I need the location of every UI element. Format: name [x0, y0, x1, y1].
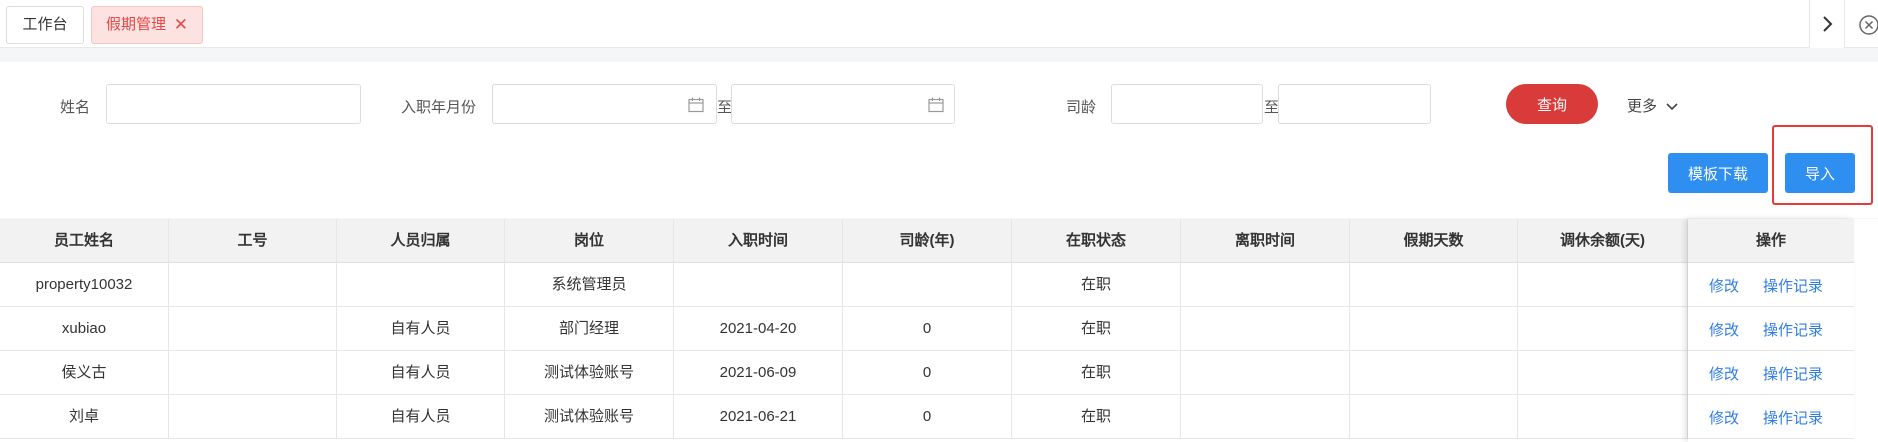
cell-employee-name: 刘卓 [0, 395, 169, 439]
cell-status: 在职 [1012, 395, 1181, 439]
cell-leave-date [1181, 307, 1350, 351]
cell-seniority: 0 [843, 351, 1012, 395]
cell-employee-name: 侯义古 [0, 351, 169, 395]
edit-link[interactable]: 修改 [1709, 363, 1739, 384]
cell-seniority: 0 [843, 395, 1012, 439]
cell-employee-id [169, 263, 337, 307]
cell-hire-date [674, 263, 843, 307]
cell-leave-days [1350, 395, 1518, 439]
chevron-right-icon [1823, 16, 1833, 32]
more-filters-toggle[interactable]: 更多 [1627, 95, 1679, 116]
cell-comp-balance [1518, 395, 1688, 439]
hire-start-date-input[interactable] [492, 84, 717, 124]
cell-affiliation: 自有人员 [337, 351, 505, 395]
tab-leave-management[interactable]: 假期管理 ✕ [91, 6, 203, 44]
cell-position: 系统管理员 [505, 263, 674, 307]
cell-leave-date [1181, 395, 1350, 439]
cell-leave-days [1350, 307, 1518, 351]
cell-affiliation: 自有人员 [337, 395, 505, 439]
more-label: 更多 [1627, 98, 1658, 115]
employee-table: 员工姓名 工号 人员归属 岗位 入职时间 司龄(年) 在职状态 离职时间 假期天… [0, 219, 1878, 442]
column-header[interactable]: 调休余额(天) [1518, 219, 1688, 263]
cell-leave-date [1181, 263, 1350, 307]
cell-seniority [843, 263, 1012, 307]
operation-log-link[interactable]: 操作记录 [1763, 363, 1823, 384]
table-row: 侯义古 自有人员 测试体验账号 2021-06-09 0 在职 [0, 351, 1688, 395]
chevron-down-icon [1666, 103, 1678, 111]
cell-employee-id [169, 351, 337, 395]
cell-hire-date: 2021-04-20 [674, 307, 843, 351]
column-header[interactable]: 员工姓名 [0, 219, 169, 263]
range-separator: 至 [717, 99, 733, 116]
column-header[interactable]: 离职时间 [1181, 219, 1350, 263]
table-row: xubiao 自有人员 部门经理 2021-04-20 0 在职 [0, 307, 1688, 351]
cell-position: 部门经理 [505, 307, 674, 351]
cell-affiliation: 自有人员 [337, 307, 505, 351]
import-highlight-box [1772, 125, 1873, 205]
query-button[interactable]: 查询 [1506, 84, 1598, 124]
column-header[interactable]: 人员归属 [337, 219, 505, 263]
seniority-min-input[interactable] [1111, 84, 1263, 124]
column-header[interactable]: 在职状态 [1012, 219, 1181, 263]
cell-leave-days [1350, 263, 1518, 307]
operations-cell: 修改 操作记录 [1688, 395, 1854, 439]
range-separator: 至 [1264, 99, 1280, 116]
close-circle-icon[interactable] [1858, 14, 1878, 36]
calendar-icon [688, 97, 704, 113]
seniority-max-input[interactable] [1278, 84, 1431, 124]
tab-label: 假期管理 [106, 16, 167, 33]
cell-comp-balance [1518, 351, 1688, 395]
cell-employee-id [169, 395, 337, 439]
column-header[interactable]: 假期天数 [1350, 219, 1518, 263]
cell-seniority: 0 [843, 307, 1012, 351]
edit-link[interactable]: 修改 [1709, 319, 1739, 340]
operations-cell: 修改 操作记录 [1688, 351, 1854, 395]
cell-status: 在职 [1012, 307, 1181, 351]
cell-status: 在职 [1012, 351, 1181, 395]
column-header[interactable]: 司龄(年) [843, 219, 1012, 263]
tab-label: 工作台 [22, 16, 68, 33]
edit-link[interactable]: 修改 [1709, 407, 1739, 428]
cell-position: 测试体验账号 [505, 351, 674, 395]
search-panel: 姓名 入职年月份 至 司龄 至 查询 更多 模板下载 导入 [0, 62, 1878, 218]
column-header[interactable]: 工号 [169, 219, 337, 263]
cell-status: 在职 [1012, 263, 1181, 307]
hire-end-date-input[interactable] [731, 84, 955, 124]
template-download-button[interactable]: 模板下载 [1668, 153, 1768, 193]
cell-hire-date: 2021-06-21 [674, 395, 843, 439]
operations-cell: 修改 操作记录 [1688, 307, 1854, 351]
table-header-row: 员工姓名 工号 人员归属 岗位 入职时间 司龄(年) 在职状态 离职时间 假期天… [0, 219, 1688, 263]
close-icon[interactable]: ✕ [174, 7, 188, 43]
calendar-icon [928, 97, 944, 113]
operation-log-link[interactable]: 操作记录 [1763, 407, 1823, 428]
tab-workbench[interactable]: 工作台 [6, 6, 84, 44]
operations-header: 操作 [1688, 219, 1854, 263]
cell-leave-days [1350, 351, 1518, 395]
seniority-label: 司龄 [1066, 99, 1097, 116]
cell-employee-id [169, 307, 337, 351]
cell-employee-name: property10032 [0, 263, 169, 307]
name-input[interactable] [106, 84, 361, 124]
edit-link[interactable]: 修改 [1709, 275, 1739, 296]
tab-bar: 工作台 假期管理 ✕ [0, 0, 1878, 48]
operations-column: 操作 修改 操作记录 修改 操作记录 修改 操作记录 修改 操作记录 [1688, 219, 1854, 442]
cell-comp-balance [1518, 307, 1688, 351]
tab-scroll-right-button[interactable] [1809, 0, 1845, 48]
cell-comp-balance [1518, 263, 1688, 307]
operations-cell: 修改 操作记录 [1688, 263, 1854, 307]
table-row: property10032 系统管理员 在职 [0, 263, 1688, 307]
hire-month-label: 入职年月份 [401, 99, 477, 116]
cell-affiliation [337, 263, 505, 307]
table-row: 刘卓 自有人员 测试体验账号 2021-06-21 0 在职 [0, 395, 1688, 439]
cell-position: 测试体验账号 [505, 395, 674, 439]
name-label: 姓名 [60, 99, 91, 116]
cell-employee-name: xubiao [0, 307, 169, 351]
operation-log-link[interactable]: 操作记录 [1763, 275, 1823, 296]
operation-log-link[interactable]: 操作记录 [1763, 319, 1823, 340]
cell-leave-date [1181, 351, 1350, 395]
column-header[interactable]: 岗位 [505, 219, 674, 263]
cell-hire-date: 2021-06-09 [674, 351, 843, 395]
column-header[interactable]: 入职时间 [674, 219, 843, 263]
